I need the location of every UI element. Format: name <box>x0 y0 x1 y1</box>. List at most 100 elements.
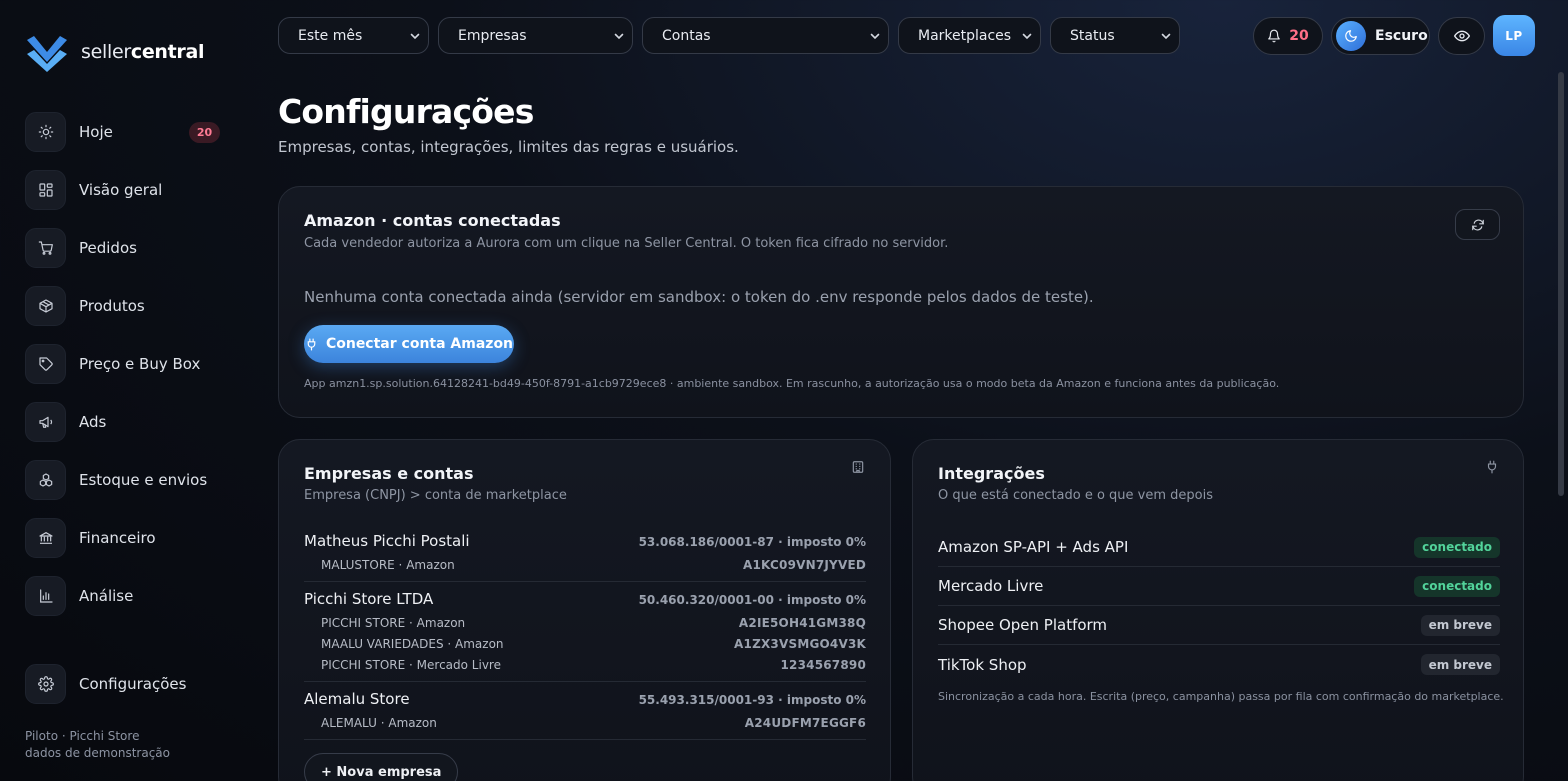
sidebar-item-analise[interactable]: Análise <box>25 576 225 616</box>
company-item[interactable]: Alemalu Store 55.493.315/0001-93 · impos… <box>304 690 866 740</box>
account-row[interactable]: ALEMALU · Amazon A24UDFM7EGGF6 <box>304 712 866 733</box>
company-item[interactable]: Matheus Picchi Postali 53.068.186/0001-8… <box>304 532 866 582</box>
bar-chart-icon <box>25 576 66 616</box>
building-icon <box>851 460 865 474</box>
avatar[interactable]: LP <box>1493 15 1535 56</box>
theme-label: Escuro <box>1375 28 1428 44</box>
sidebar-item-label: Produtos <box>79 297 145 315</box>
account-id: 1234567890 <box>780 657 866 672</box>
accounts-select[interactable]: Contas <box>642 17 889 54</box>
integrations-list: Amazon SP-API + Ads API conectado Mercad… <box>938 528 1500 684</box>
integration-row[interactable]: Amazon SP-API + Ads API conectado <box>938 528 1500 567</box>
notification-badge: 20 <box>189 122 220 143</box>
sidebar-item-label: Hoje <box>79 123 113 141</box>
period-select-value: Este mês <box>298 27 363 44</box>
account-name: MAALU VARIEDADES · Amazon <box>321 636 504 651</box>
sidebar-item-visao-geral[interactable]: Visão geral <box>25 170 225 210</box>
moon-icon <box>1336 21 1366 51</box>
privacy-toggle-button[interactable] <box>1438 17 1485 55</box>
company-cnpj: 55.493.315/0001-93 · imposto 0% <box>638 693 866 707</box>
companies-select-value: Empresas <box>458 27 527 44</box>
sidebar-item-label: Visão geral <box>79 181 163 199</box>
account-name: MALUSTORE · Amazon <box>321 557 455 572</box>
company-cnpj: 50.460.320/0001-00 · imposto 0% <box>638 593 866 607</box>
amazon-accounts-card: Amazon · contas conectadas Cada vendedor… <box>278 186 1524 418</box>
app-note: App amzn1.sp.solution.64128241-bd49-450f… <box>304 377 1280 390</box>
sidebar-item-label: Pedidos <box>79 239 137 257</box>
companies-select[interactable]: Empresas <box>438 17 633 54</box>
sidebar-item-preco-buy-box[interactable]: Preço e Buy Box <box>25 344 225 384</box>
plug-icon <box>1485 460 1499 474</box>
account-name: PICCHI STORE · Amazon <box>321 615 466 630</box>
theme-toggle[interactable]: Escuro <box>1331 17 1430 55</box>
box-icon <box>25 286 66 326</box>
company-name: Matheus Picchi Postali <box>304 532 470 550</box>
sidebar: sellercentral Hoje 20 Visão geral Pedido… <box>0 0 250 781</box>
sidebar-item-label: Ads <box>79 413 107 431</box>
grid-icon <box>25 170 66 210</box>
notifications-button[interactable]: 20 <box>1253 17 1323 55</box>
integration-row[interactable]: TikTok Shop em breve <box>938 645 1500 684</box>
integration-row[interactable]: Mercado Livre conectado <box>938 567 1500 606</box>
new-company-button[interactable]: + Nova empresa <box>304 753 459 781</box>
sidebar-item-label: Análise <box>79 587 134 605</box>
status-select[interactable]: Status <box>1050 17 1180 54</box>
sidebar-item-configuracoes[interactable]: Configurações <box>25 664 186 704</box>
logo[interactable]: sellercentral <box>25 32 205 72</box>
logo-icon <box>27 36 67 72</box>
sidebar-item-financeiro[interactable]: Financeiro <box>25 518 225 558</box>
sidebar-item-ads[interactable]: Ads <box>25 402 225 442</box>
footer-demo-note: dados de demonstração <box>25 746 170 760</box>
marketplaces-select[interactable]: Marketplaces <box>898 17 1041 54</box>
sidebar-footer: Piloto · Picchi Store dados de demonstra… <box>25 728 170 762</box>
connect-amazon-button[interactable]: Conectar conta Amazon <box>304 325 514 363</box>
account-id: A2IE5OH41GM38Q <box>738 615 866 630</box>
account-row[interactable]: MAALU VARIEDADES · Amazon A1ZX3VSMGO4V3K <box>304 633 866 654</box>
card-title: Empresas e contas <box>304 464 474 483</box>
company-item[interactable]: Picchi Store LTDA 50.460.320/0001-00 · i… <box>304 590 866 682</box>
account-id: A1ZX3VSMGO4V3K <box>734 636 866 651</box>
chevron-down-icon <box>1022 31 1032 41</box>
account-name: ALEMALU · Amazon <box>321 715 437 730</box>
chevron-down-icon <box>614 31 624 41</box>
sun-icon <box>25 112 66 152</box>
sidebar-item-hoje[interactable]: Hoje 20 <box>25 112 225 152</box>
chevron-down-icon <box>410 31 420 41</box>
megaphone-icon <box>25 402 66 442</box>
card-title: Amazon · contas conectadas <box>304 211 561 230</box>
integration-name: Mercado Livre <box>938 577 1044 595</box>
integration-name: TikTok Shop <box>938 655 1027 674</box>
company-name: Alemalu Store <box>304 690 410 708</box>
integration-row[interactable]: Shopee Open Platform em breve <box>938 606 1500 645</box>
account-row[interactable]: PICCHI STORE · Amazon A2IE5OH41GM38Q <box>304 612 866 633</box>
sidebar-item-label: Financeiro <box>79 529 156 547</box>
status-badge: conectado <box>1414 575 1500 597</box>
page-subtitle: Empresas, contas, integrações, limites d… <box>278 138 739 156</box>
sidebar-item-label: Preço e Buy Box <box>79 355 201 373</box>
scrollbar[interactable] <box>1558 72 1564 496</box>
plug-icon <box>305 337 318 351</box>
card-subtitle: Cada vendedor autoriza a Aurora com um c… <box>304 236 949 251</box>
sidebar-item-produtos[interactable]: Produtos <box>25 286 225 326</box>
account-id: A24UDFM7EGGF6 <box>744 715 866 730</box>
period-select[interactable]: Este mês <box>278 17 429 54</box>
boxes-icon <box>25 460 66 500</box>
account-name: PICCHI STORE · Mercado Livre <box>321 657 501 672</box>
bank-icon <box>25 518 66 558</box>
chevron-down-icon <box>1161 31 1171 41</box>
marketplaces-select-value: Marketplaces <box>918 27 1012 44</box>
sidebar-item-pedidos[interactable]: Pedidos <box>25 228 225 268</box>
refresh-button[interactable] <box>1455 209 1500 240</box>
account-row[interactable]: MALUSTORE · Amazon A1KC09VN7JYVED <box>304 554 866 575</box>
status-badge: em breve <box>1420 654 1500 675</box>
refresh-icon <box>1471 218 1485 232</box>
sidebar-item-label: Estoque e envios <box>79 471 208 489</box>
chevron-down-icon <box>870 31 880 41</box>
company-cnpj: 53.068.186/0001-87 · imposto 0% <box>638 535 866 549</box>
connect-amazon-label: Conectar conta Amazon <box>325 336 514 352</box>
eye-icon <box>1453 28 1470 44</box>
company-name: Picchi Store LTDA <box>304 590 434 608</box>
account-row[interactable]: PICCHI STORE · Mercado Livre 1234567890 <box>304 654 866 675</box>
sidebar-item-estoque-envios[interactable]: Estoque e envios <box>25 460 225 500</box>
integration-name: Shopee Open Platform <box>938 616 1108 634</box>
